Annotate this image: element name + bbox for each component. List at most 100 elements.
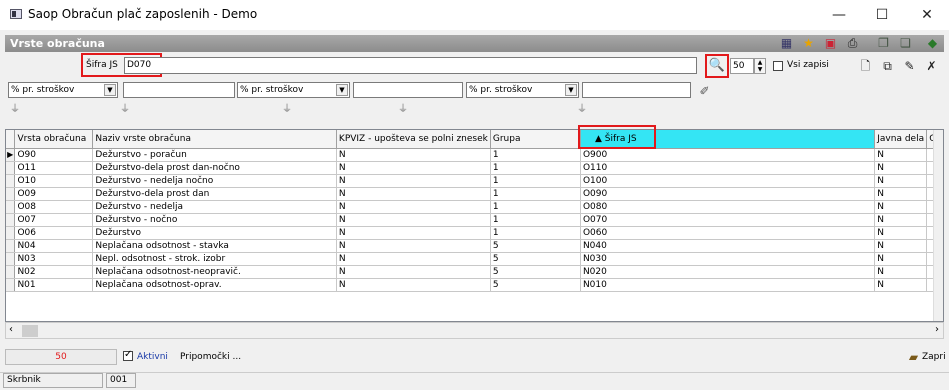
filter-funnel-icon[interactable]: ⏚ (577, 104, 589, 116)
table-row[interactable]: N01 Neplačana odsotnost-oprav. N 5 N010 N (6, 278, 943, 292)
column-header[interactable]: Javna dela (874, 130, 928, 149)
cell[interactable]: N (874, 278, 928, 292)
cell[interactable]: 5 (490, 239, 581, 253)
cell[interactable]: O10 (14, 174, 94, 188)
filter-funnel-icon[interactable]: ⏚ (10, 104, 22, 116)
close-form-button[interactable]: Zapri (922, 352, 946, 362)
cell[interactable]: N (336, 161, 491, 175)
cell[interactable]: 5 (490, 265, 581, 279)
cell[interactable]: Dežurstvo - nedelja (92, 200, 337, 214)
cell[interactable]: N (874, 213, 928, 227)
table-row[interactable]: O11 Dežurstvo-dela prost dan-nočno N 1 O110 N (6, 161, 943, 175)
filter-field-select-1[interactable]: % pr. stroškov ▼ (8, 82, 118, 98)
cell[interactable]: N (336, 239, 491, 253)
paste-icon[interactable]: ❏ (898, 36, 913, 51)
cell[interactable]: N (874, 148, 928, 162)
scroll-thumb[interactable] (22, 325, 38, 337)
cell[interactable]: N (336, 213, 491, 227)
cell[interactable]: N (874, 265, 928, 279)
cell[interactable]: O110 (580, 161, 876, 175)
cell[interactable]: N (874, 200, 928, 214)
grid-icon[interactable]: ▦ (779, 36, 794, 51)
cell[interactable]: O06 (14, 226, 94, 240)
cell[interactable]: N (874, 226, 928, 240)
cell[interactable]: O07 (14, 213, 94, 227)
table-row[interactable]: N04 Neplačana odsotnost - stavka N 5 N040 N (6, 239, 943, 253)
cell[interactable]: 1 (490, 187, 581, 201)
cell[interactable]: N (336, 252, 491, 266)
copy-icon[interactable]: ❐ (876, 36, 891, 51)
new-record-icon[interactable]: 🗋 (858, 59, 873, 74)
filter-value-input-3[interactable] (582, 82, 691, 98)
cell[interactable]: O90 (14, 148, 94, 162)
table-row[interactable]: O07 Dežurstvo - nočno N 1 O070 N (6, 213, 943, 227)
column-header[interactable]: Vrsta obračuna (14, 130, 94, 149)
edit-record-icon[interactable]: ✎ (902, 59, 917, 74)
cell[interactable]: N (336, 174, 491, 188)
cell[interactable]: O100 (580, 174, 876, 188)
cell[interactable]: Neplačana odsotnost-neopravič. (92, 265, 337, 279)
cell[interactable]: N (874, 187, 928, 201)
filter-funnel-icon[interactable]: ⏚ (120, 104, 132, 116)
cell[interactable]: N030 (580, 252, 876, 266)
filter-field-select-3[interactable]: % pr. stroškov ▼ (466, 82, 579, 98)
cell[interactable]: N (874, 252, 928, 266)
cell[interactable]: O08 (14, 200, 94, 214)
table-row[interactable]: O08 Dežurstvo - nedelja N 1 O080 N (6, 200, 943, 214)
cell[interactable]: O080 (580, 200, 876, 214)
cell[interactable]: Dežurstvo - nočno (92, 213, 337, 227)
cell[interactable]: Neplačana odsotnost-oprav. (92, 278, 337, 292)
active-checkbox[interactable] (123, 349, 133, 361)
filter-value-input-1[interactable] (123, 82, 235, 98)
cell[interactable]: N010 (580, 278, 876, 292)
filter-funnel-icon[interactable]: ⏚ (282, 104, 294, 116)
cell[interactable]: N (874, 161, 928, 175)
search-button[interactable]: 🔍 (708, 57, 726, 75)
table-row[interactable]: ▶ O90 Dežurstvo - poračun N 1 O900 N (6, 148, 943, 162)
cell[interactable]: N (874, 174, 928, 188)
scroll-left-icon[interactable]: ‹ (9, 324, 13, 335)
cell[interactable]: 5 (490, 278, 581, 292)
cell[interactable]: O09 (14, 187, 94, 201)
cell[interactable]: 1 (490, 174, 581, 188)
cell[interactable]: N020 (580, 265, 876, 279)
cell[interactable]: N02 (14, 265, 94, 279)
cell[interactable]: Neplačana odsotnost - stavka (92, 239, 337, 253)
cell[interactable]: 5 (490, 252, 581, 266)
print-icon[interactable]: ⎙ (845, 36, 860, 51)
close-button[interactable]: ✕ (912, 4, 942, 26)
maximize-button[interactable]: ☐ (867, 4, 897, 26)
data-grid[interactable]: Vrsta obračuna Naziv vrste obračuna KPVI… (5, 129, 944, 322)
cell[interactable]: Nepl. odsotnost - strok. izobr (92, 252, 337, 266)
exit-icon[interactable]: ◆ (925, 36, 940, 51)
column-header[interactable]: Naziv vrste obračuna (92, 130, 337, 149)
table-row[interactable]: N02 Neplačana odsotnost-neopravič. N 5 N020 N (6, 265, 943, 279)
cell[interactable]: O060 (580, 226, 876, 240)
cell[interactable]: Dežurstvo (92, 226, 337, 240)
horizontal-scrollbar[interactable]: ‹ › (5, 322, 944, 339)
table-row[interactable]: O06 Dežurstvo N 1 O060 N (6, 226, 943, 240)
table-row[interactable]: O10 Dežurstvo - nedelja nočno N 1 O100 N (6, 174, 943, 188)
cell[interactable]: Dežurstvo - poračun (92, 148, 337, 162)
record-count-input[interactable]: 50 (730, 58, 754, 74)
cell[interactable]: 1 (490, 200, 581, 214)
cell[interactable]: 1 (490, 161, 581, 175)
show-all-checkbox[interactable] (773, 61, 783, 71)
cell[interactable]: O11 (14, 161, 94, 175)
cell[interactable]: 1 (490, 226, 581, 240)
cell[interactable]: Dežurstvo-dela prost dan-nočno (92, 161, 337, 175)
export-icon[interactable]: ▣ (823, 36, 838, 51)
cell[interactable]: Dežurstvo - nedelja nočno (92, 174, 337, 188)
count-spinner[interactable]: ▲ ▼ (754, 58, 766, 74)
cell[interactable]: N (336, 187, 491, 201)
cell[interactable]: N (336, 148, 491, 162)
close-form-icon[interactable]: ▰ (906, 350, 921, 365)
scroll-right-icon[interactable]: › (935, 324, 939, 335)
cell[interactable]: N (336, 226, 491, 240)
filter-value-input-2[interactable] (353, 82, 463, 98)
column-header[interactable]: Grupa (490, 130, 581, 149)
table-row[interactable]: N03 Nepl. odsotnost - strok. izobr N 5 N030 N (6, 252, 943, 266)
cell[interactable]: N (336, 200, 491, 214)
star-icon[interactable]: ★ (801, 36, 816, 51)
copy-record-icon[interactable]: ⧉ (880, 59, 895, 74)
